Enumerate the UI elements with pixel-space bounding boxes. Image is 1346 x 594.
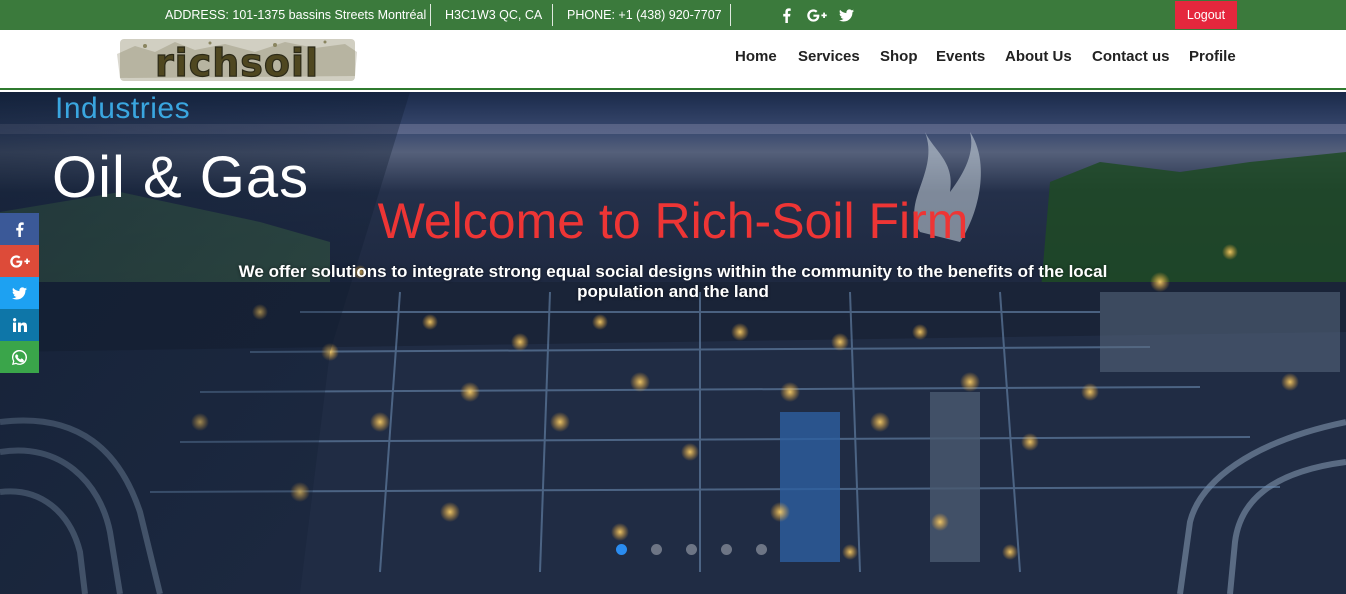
slide-dot[interactable] [721,544,732,555]
facebook-icon[interactable] [0,213,39,245]
slide-dot[interactable] [686,544,697,555]
slide-dot[interactable] [756,544,767,555]
slider-dots [616,544,767,555]
share-sidebar [0,213,39,373]
phone-text: PHONE: +1 (438) 920-7707 [567,8,722,22]
slide-dot[interactable] [616,544,627,555]
nav-shop[interactable]: Shop [880,48,918,65]
slide-dot[interactable] [651,544,662,555]
facebook-icon[interactable] [777,6,795,24]
nav-home[interactable]: Home [735,48,777,65]
svg-text:richsoil: richsoil [155,41,319,84]
logout-button[interactable]: Logout [1175,1,1237,29]
google-plus-icon[interactable] [0,245,39,277]
hero-slider: Industries Oil & Gas Welcome to Rich-Soi… [0,92,1346,594]
main-navbar: richsoil Home Services Shop Events About… [0,30,1346,90]
richsoil-logo[interactable]: richsoil [115,36,360,86]
nav-about-us[interactable]: About Us [1005,48,1072,65]
top-info-bar: ADDRESS: 101-1375 bassins Streets Montré… [0,0,1346,30]
nav-profile[interactable]: Profile [1189,48,1236,65]
twitter-icon[interactable] [837,6,855,24]
linkedin-icon[interactable] [0,309,39,341]
hero-subtitle: We offer solutions to integrate strong e… [238,262,1108,301]
address-text: ADDRESS: 101-1375 bassins Streets Montré… [165,8,427,22]
divider [730,4,731,26]
nav-services[interactable]: Services [798,48,860,65]
nav-contact-us[interactable]: Contact us [1092,48,1170,65]
postal-code-text: H3C1W3 QC, CA [445,8,543,22]
divider [430,4,431,26]
nav-events[interactable]: Events [936,48,985,65]
twitter-icon[interactable] [0,277,39,309]
google-plus-icon[interactable] [806,6,828,24]
divider [552,4,553,26]
industries-label: Industries [55,92,191,125]
whatsapp-icon[interactable] [0,341,39,373]
hero-title: Welcome to Rich-Soil Firm [377,193,969,249]
